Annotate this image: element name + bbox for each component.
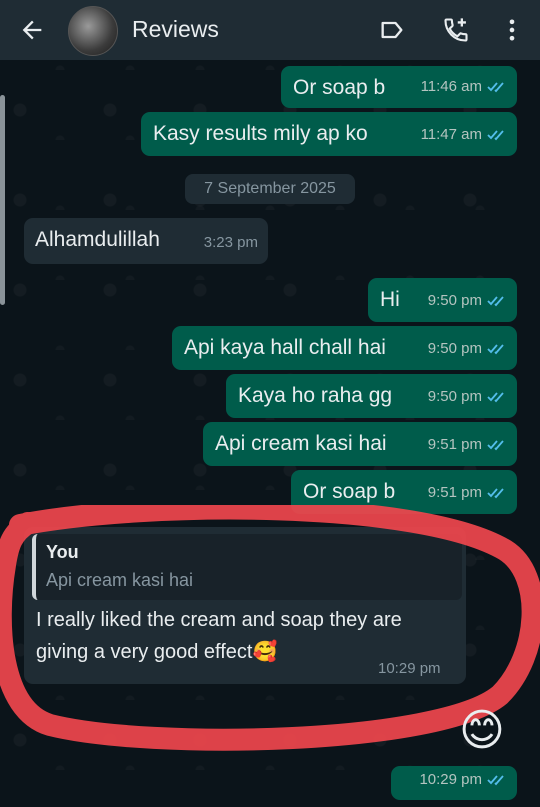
message-bubble-outgoing[interactable]: Hi 9:50 pm [368,278,517,322]
message-bubble-outgoing[interactable]: Api kaya hall chall hai 9:50 pm [172,326,517,370]
label-icon[interactable] [378,16,406,44]
back-arrow-icon[interactable] [18,16,46,44]
smiling-face-emoji[interactable]: 😊 [459,706,505,756]
reply-time: 10:29 pm [378,660,441,677]
message-bubble-outgoing[interactable]: Kasy results mily ap ko 11:47 am [141,112,517,156]
read-ticks-icon [487,344,504,355]
read-ticks-icon [487,488,504,499]
read-ticks-icon [487,440,504,451]
chat-header: Reviews [0,0,540,60]
read-ticks-icon [487,296,504,307]
message-bubble-incoming[interactable]: Alhamdulillah 3:23 pm [24,218,268,264]
read-ticks-icon [487,82,504,93]
call-add-icon[interactable] [442,16,470,44]
quote-author: You [46,542,79,562]
read-ticks-icon [487,392,504,403]
reply-message-text: I really liked the cream and soap they a… [36,609,402,663]
message-bubble-outgoing[interactable]: 10:29 pm [391,766,517,800]
read-ticks-icon [487,130,504,141]
date-divider: 7 September 2025 [185,174,355,204]
quote-text: Api cream kasi hai [46,570,194,590]
message-bubble-outgoing[interactable]: Or soap b 11:46 am [281,66,517,108]
more-vert-icon[interactable] [498,16,526,44]
avatar[interactable] [68,6,118,56]
chat-title[interactable]: Reviews [132,16,219,43]
quoted-message[interactable]: You Api cream kasi hai [32,534,462,600]
message-bubble-outgoing[interactable]: Kaya ho raha gg 9:50 pm [226,374,517,418]
message-bubble-outgoing[interactable]: Api cream kasi hai 9:51 pm [203,422,517,466]
smiling-hearts-emoji: 🥰 [252,641,278,663]
read-ticks-icon [487,775,504,786]
scrollbar[interactable] [0,95,5,305]
message-bubble-outgoing[interactable]: Or soap b 9:51 pm [291,470,517,514]
